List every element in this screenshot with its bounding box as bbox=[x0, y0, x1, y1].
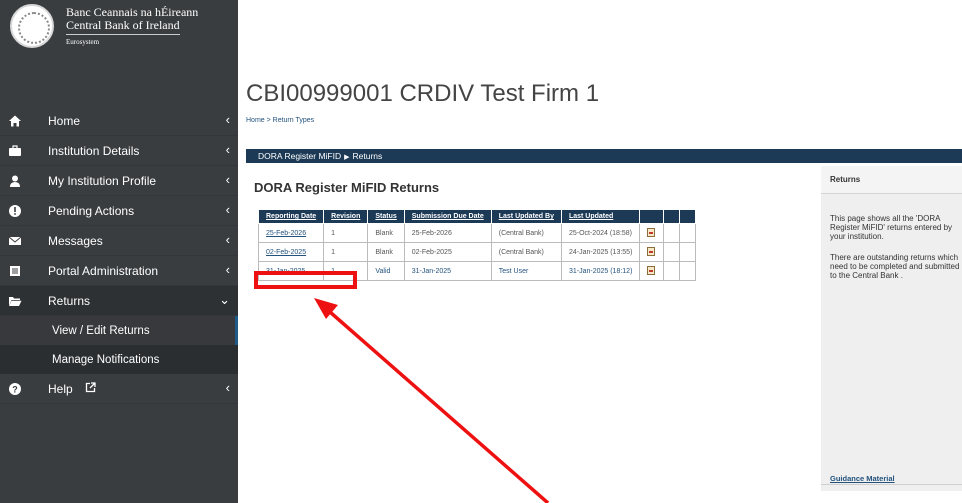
annotation-arrow-shaft bbox=[328, 310, 550, 503]
annotation-arrow bbox=[314, 298, 550, 503]
